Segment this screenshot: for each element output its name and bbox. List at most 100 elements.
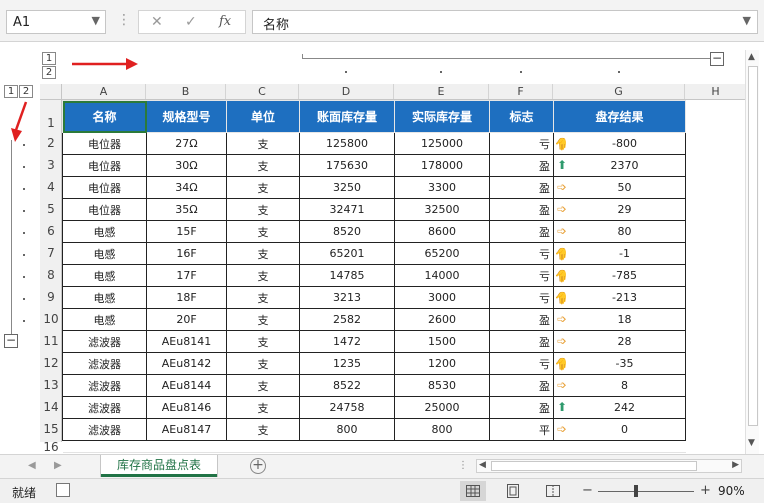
cell-book[interactable]: 32471 <box>299 198 395 221</box>
cancel-icon[interactable]: ✕ <box>151 14 163 30</box>
insert-function-icon[interactable]: fx <box>219 14 231 29</box>
cell-flag[interactable]: 盈 <box>489 154 554 177</box>
row-outline-level-2[interactable]: 2 <box>19 85 33 98</box>
empty-cell[interactable] <box>489 440 554 453</box>
column-header-h[interactable]: H <box>685 84 747 99</box>
cell-name[interactable]: 滤波器 <box>62 418 147 441</box>
row-header[interactable]: 10 <box>40 312 62 326</box>
cell-spec[interactable]: 30Ω <box>146 154 227 177</box>
cell-book[interactable]: 24758 <box>299 396 395 419</box>
empty-cell[interactable] <box>394 440 490 453</box>
cell-actual[interactable]: 178000 <box>394 154 490 177</box>
tab-next-icon[interactable]: ▶ <box>54 460 62 471</box>
chevron-down-icon[interactable]: ▼ <box>92 14 100 27</box>
row-header[interactable]: 9 <box>40 290 62 304</box>
horizontal-scrollbar[interactable]: ◀ ▶ <box>476 459 742 473</box>
cell-result[interactable]: ⬆ 242 <box>553 396 686 419</box>
sheet-tab[interactable]: 库存商品盘点表 <box>101 455 217 477</box>
cell-book[interactable]: 2582 <box>299 308 395 331</box>
cell-name[interactable]: 滤波器 <box>62 374 147 397</box>
empty-cell[interactable] <box>299 440 395 453</box>
header-cell-book[interactable]: 账面库存量 <box>299 100 395 133</box>
cell-unit[interactable]: 支 <box>226 264 300 287</box>
cell-flag[interactable]: 盈 <box>489 374 554 397</box>
scroll-down-icon[interactable]: ▼ <box>748 438 755 448</box>
cell-result[interactable]: ⬆ 2370 <box>553 154 686 177</box>
cell-unit[interactable]: 支 <box>226 374 300 397</box>
cell-flag[interactable]: 亏 <box>489 264 554 287</box>
cell-flag[interactable]: 盈 <box>489 220 554 243</box>
cell-unit[interactable]: 支 <box>226 330 300 353</box>
add-sheet-button[interactable]: + <box>250 458 266 474</box>
cell-name[interactable]: 电感 <box>62 286 147 309</box>
cell-actual[interactable]: 14000 <box>394 264 490 287</box>
cell-spec[interactable]: AEu8144 <box>146 374 227 397</box>
row-header[interactable]: 7 <box>40 246 62 260</box>
empty-cell[interactable] <box>553 440 686 453</box>
cell-actual[interactable]: 2600 <box>394 308 490 331</box>
cell-flag[interactable]: 亏 <box>489 352 554 375</box>
cell-spec[interactable]: AEu8147 <box>146 418 227 441</box>
cell-result[interactable]: ✋ -35 <box>553 352 686 375</box>
column-header-e[interactable]: E <box>394 84 489 99</box>
header-cell-spec[interactable]: 规格型号 <box>146 100 227 133</box>
cell-spec[interactable]: 17F <box>146 264 227 287</box>
cell-spec[interactable]: 27Ω <box>146 132 227 155</box>
cell-actual[interactable]: 32500 <box>394 198 490 221</box>
column-header-d[interactable]: D <box>299 84 394 99</box>
empty-cell[interactable] <box>62 440 147 453</box>
cell-result[interactable]: ➩ 8 <box>553 374 686 397</box>
cell-spec[interactable]: AEu8146 <box>146 396 227 419</box>
formula-input[interactable]: 名称 ▼ <box>252 10 758 34</box>
cell-name[interactable]: 电感 <box>62 308 147 331</box>
row-header[interactable]: 8 <box>40 268 62 282</box>
header-cell-result[interactable]: 盘存结果 <box>553 100 686 133</box>
col-outline-level-1[interactable]: 1 <box>42 52 56 65</box>
column-header-f[interactable]: F <box>489 84 553 99</box>
cell-book[interactable]: 800 <box>299 418 395 441</box>
row-header[interactable]: 4 <box>40 180 62 194</box>
scroll-right-icon[interactable]: ▶ <box>732 460 739 470</box>
cell-flag[interactable]: 盈 <box>489 396 554 419</box>
cell-name[interactable]: 电感 <box>62 242 147 265</box>
zoom-in-button[interactable]: + <box>700 483 711 498</box>
row-collapse-button[interactable]: − <box>4 334 18 348</box>
formula-bar-grip-icon[interactable]: ⋮ <box>117 12 131 28</box>
cell-actual[interactable]: 125000 <box>394 132 490 155</box>
cell-book[interactable]: 3213 <box>299 286 395 309</box>
cell-name[interactable]: 电位器 <box>62 176 147 199</box>
cell-actual[interactable]: 8600 <box>394 220 490 243</box>
tab-prev-icon[interactable]: ◀ <box>28 460 36 471</box>
cell-flag[interactable]: 盈 <box>489 198 554 221</box>
enter-icon[interactable]: ✓ <box>185 14 197 30</box>
cell-name[interactable]: 电位器 <box>62 154 147 177</box>
col-outline-level-2[interactable]: 2 <box>42 66 56 79</box>
cell-spec[interactable]: 18F <box>146 286 227 309</box>
scroll-left-icon[interactable]: ◀ <box>479 460 486 470</box>
cell-result[interactable]: ✋ -213 <box>553 286 686 309</box>
cell-result[interactable]: ✋ -1 <box>553 242 686 265</box>
page-layout-view-button[interactable] <box>500 481 526 501</box>
row-header[interactable]: 2 <box>40 136 62 150</box>
cell-actual[interactable]: 8530 <box>394 374 490 397</box>
expand-formula-icon[interactable]: ▼ <box>743 14 751 27</box>
cell-name[interactable]: 电位器 <box>62 132 147 155</box>
cell-book[interactable]: 3250 <box>299 176 395 199</box>
row-header[interactable]: 5 <box>40 202 62 216</box>
row-header[interactable]: 13 <box>40 378 62 392</box>
cell-spec[interactable]: 35Ω <box>146 198 227 221</box>
page-break-view-button[interactable] <box>540 481 566 501</box>
cell-flag[interactable]: 盈 <box>489 308 554 331</box>
header-cell-unit[interactable]: 单位 <box>226 100 300 133</box>
cell-unit[interactable]: 支 <box>226 154 300 177</box>
column-header-g[interactable]: G <box>553 84 685 99</box>
row-outline-level-1[interactable]: 1 <box>4 85 18 98</box>
horizontal-scroll-thumb[interactable] <box>491 461 697 471</box>
header-cell-actual[interactable]: 实际库存量 <box>394 100 490 133</box>
zoom-out-button[interactable]: − <box>582 483 593 498</box>
cell-unit[interactable]: 支 <box>226 132 300 155</box>
cell-actual[interactable]: 800 <box>394 418 490 441</box>
name-box[interactable]: A1 ▼ <box>6 10 106 34</box>
normal-view-button[interactable] <box>460 481 486 501</box>
header-cell-name[interactable]: 名称 <box>62 100 147 133</box>
